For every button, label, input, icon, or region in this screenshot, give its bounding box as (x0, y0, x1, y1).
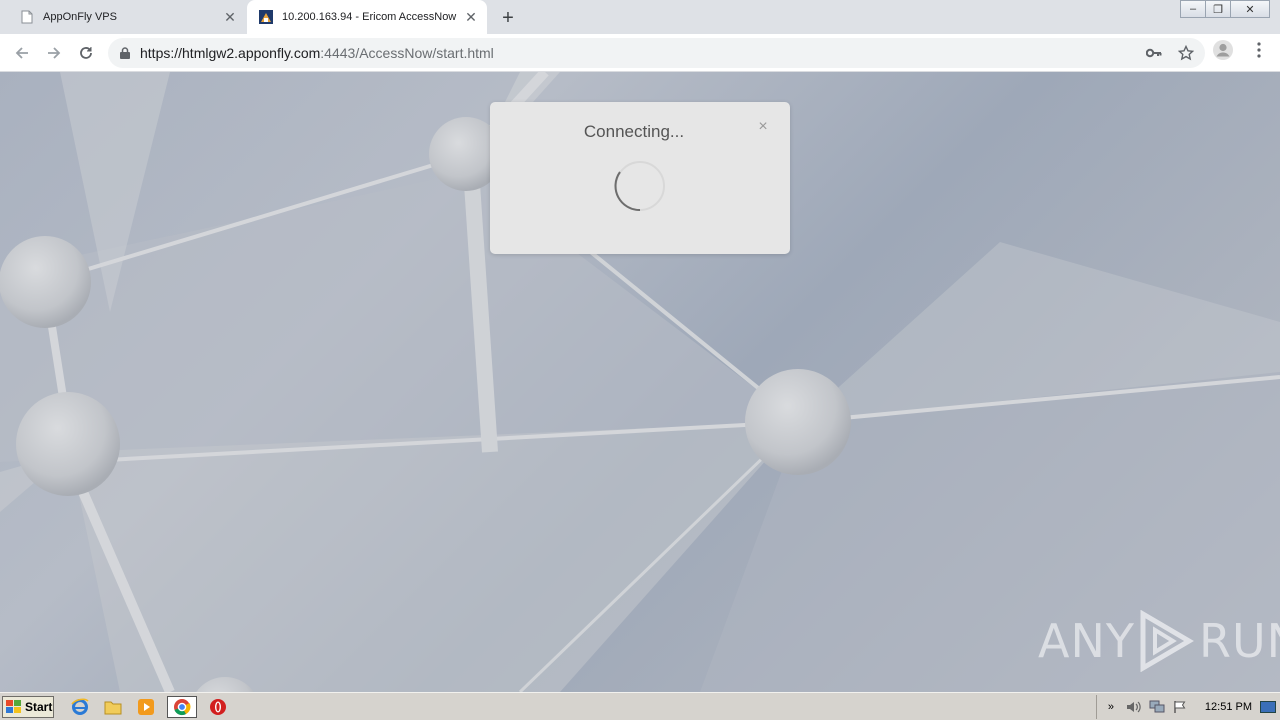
volume-icon[interactable] (1126, 699, 1142, 715)
show-desktop-icon[interactable] (1260, 699, 1276, 715)
tab-ericom[interactable]: 10.200.163.94 - Ericom AccessNow ✕ (247, 0, 487, 34)
browser-toolbar: https://htmlgw2.apponfly.com:4443/Access… (0, 34, 1280, 72)
dialog-title: Connecting... (583, 122, 685, 141)
anyrun-watermark: ANY RUN (1038, 610, 1280, 672)
menu-kebab-icon[interactable] (1248, 39, 1270, 61)
clock: 12:51 PM (1204, 701, 1252, 713)
forward-icon[interactable] (40, 39, 68, 67)
ericom-icon (259, 10, 273, 24)
opera-icon[interactable] (206, 696, 230, 718)
watermark-right: RUN (1198, 614, 1280, 668)
ie-icon[interactable] (68, 696, 92, 718)
window-close-icon[interactable]: ✕ (1230, 0, 1270, 18)
dialog-close-icon[interactable]: × (754, 118, 772, 136)
page-content: Connecting... × ANY RUN (0, 72, 1280, 692)
windows-flag-icon (6, 700, 21, 713)
watermark-left: ANY (1038, 614, 1135, 668)
page-icon (21, 10, 33, 24)
new-tab-button[interactable]: + (496, 6, 520, 30)
minimize-icon[interactable]: – (1180, 0, 1206, 18)
reload-icon[interactable] (72, 39, 100, 67)
loading-spinner-icon (614, 161, 665, 212)
network-icon[interactable] (1149, 699, 1165, 715)
tab-title: 10.200.163.94 - Ericom AccessNow (282, 11, 457, 23)
tab-apponfly[interactable]: AppOnFly VPS ✕ (8, 0, 246, 34)
tab-title: AppOnFly VPS (43, 11, 117, 23)
tab-close-icon[interactable]: ✕ (461, 7, 481, 27)
quick-launch (68, 696, 230, 718)
system-tray: » 12:51 PM (1095, 695, 1280, 719)
url-path: :4443/AccessNow/start.html (320, 45, 494, 61)
address-bar[interactable]: https://htmlgw2.apponfly.com:4443/Access… (108, 38, 1205, 68)
lock-icon (120, 47, 130, 59)
tray-expand-icon[interactable]: » (1103, 699, 1119, 715)
star-icon[interactable] (1175, 42, 1197, 64)
action-center-flag-icon[interactable] (1172, 699, 1188, 715)
window-controls: – ❐ ✕ (1180, 0, 1270, 18)
tab-strip: AppOnFly VPS ✕ 10.200.163.94 - Ericom Ac… (0, 0, 1280, 34)
media-player-icon[interactable] (134, 696, 158, 718)
play-logo-icon (1140, 610, 1194, 672)
key-icon[interactable] (1143, 42, 1165, 64)
profile-avatar-icon[interactable] (1212, 39, 1234, 61)
taskbar: Start » 12:51 PM (0, 692, 1280, 720)
url-host: https://htmlgw2.apponfly.com (140, 45, 321, 61)
chrome-icon[interactable] (167, 696, 197, 718)
restore-icon[interactable]: ❐ (1205, 0, 1231, 18)
start-button[interactable]: Start (2, 696, 54, 718)
tab-close-icon[interactable]: ✕ (220, 7, 240, 27)
explorer-folder-icon[interactable] (101, 696, 125, 718)
start-label: Start (25, 700, 53, 714)
connecting-dialog: Connecting... × (490, 102, 790, 254)
back-icon[interactable] (8, 39, 36, 67)
